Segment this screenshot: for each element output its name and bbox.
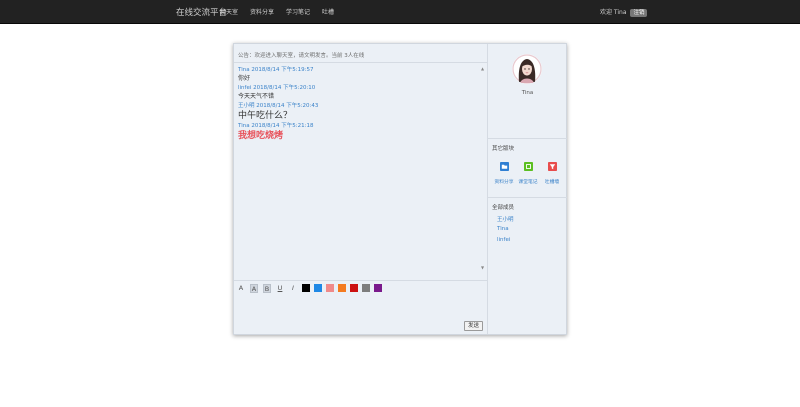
underline-button[interactable]: U <box>276 284 284 293</box>
nav-item-notes[interactable]: 学习笔记 <box>286 7 310 16</box>
logout-button[interactable]: 注销 <box>630 9 648 17</box>
bold-button[interactable]: B <box>263 283 271 293</box>
color-swatch-red[interactable] <box>350 284 358 292</box>
welcome-area: 欢迎 Tina 注销 <box>600 7 648 17</box>
format-toolbar: A A B U I <box>237 283 386 293</box>
scroll-up-arrow-icon[interactable]: ▲ <box>481 66 484 71</box>
message-item: linfei 2018/8/14 下午5:20:10 今天天气不错 <box>238 84 482 102</box>
scroll-down-arrow-icon[interactable]: ▼ <box>481 265 484 270</box>
module-share[interactable]: 资料分享 <box>491 156 517 185</box>
font-size-button[interactable]: A <box>237 284 245 293</box>
welcome-text: 欢迎 Tina <box>600 9 627 16</box>
filter-icon <box>547 162 557 171</box>
message-header: Tina 2018/8/14 下午5:19:57 <box>238 67 314 73</box>
avatar-image <box>512 54 542 84</box>
message-text: 你好 <box>238 75 251 82</box>
divider <box>234 62 487 63</box>
nav-item-rant[interactable]: 吐槽 <box>322 7 334 16</box>
divider <box>234 280 487 281</box>
chat-main-column: 公告：欢迎进入聊天室，请文明发言。当前 3人在线 Tina 2018/8/14 … <box>234 44 488 334</box>
chat-panel: 公告：欢迎进入聊天室，请文明发言。当前 3人在线 Tina 2018/8/14 … <box>233 43 567 335</box>
members-title: 全部成员 <box>492 205 515 211</box>
message-text: 我想吃烧烤 <box>238 131 284 141</box>
current-user-name: Tina <box>521 90 534 96</box>
message-text: 中午吃什么？ <box>238 111 293 121</box>
message-header: Tina 2018/8/14 下午5:21:18 <box>238 123 314 129</box>
note-icon <box>523 162 533 171</box>
nav-item-share[interactable]: 资料分享 <box>250 7 274 16</box>
message-item: Tina 2018/8/14 下午5:19:57 你好 <box>238 66 482 84</box>
color-swatch-orange[interactable] <box>338 284 346 292</box>
member-item[interactable]: 王小明 <box>497 215 514 223</box>
modules-title: 其它版块 <box>492 146 515 152</box>
divider <box>488 197 567 198</box>
avatar[interactable] <box>512 54 542 84</box>
message-text: 今天天气不错 <box>238 93 275 100</box>
chat-sidebar: Tina 其它版块 资料分享 课堂笔记 吐槽墙 全部成员 王小明 Tina li… <box>488 44 567 334</box>
member-item[interactable]: linfei <box>497 237 510 243</box>
top-navbar: 在线交流平台 聊天室 资料分享 学习笔记 吐槽 欢迎 Tina 注销 <box>0 0 800 24</box>
message-header: 王小明 2018/8/14 下午5:20:43 <box>238 103 319 109</box>
color-swatch-gray[interactable] <box>362 284 370 292</box>
module-rant[interactable]: 吐槽墙 <box>539 156 565 185</box>
font-style-button[interactable]: A <box>250 283 258 293</box>
message-item: 王小明 2018/8/14 下午5:20:43 中午吃什么？ <box>238 102 482 122</box>
folder-icon <box>499 162 509 171</box>
color-swatch-black[interactable] <box>302 284 310 292</box>
message-header: linfei 2018/8/14 下午5:20:10 <box>238 85 316 91</box>
divider <box>488 138 567 139</box>
send-button[interactable]: 发送 <box>464 321 483 331</box>
nav-item-chatroom[interactable]: 聊天室 <box>220 7 238 16</box>
module-label: 吐槽墙 <box>544 180 560 185</box>
module-label: 课堂笔记 <box>518 180 538 185</box>
module-notes[interactable]: 课堂笔记 <box>515 156 541 185</box>
italic-button[interactable]: I <box>289 284 297 293</box>
message-item: Tina 2018/8/14 下午5:21:18 我想吃烧烤 <box>238 122 482 142</box>
color-swatch-blue[interactable] <box>314 284 322 292</box>
member-item[interactable]: Tina <box>497 226 509 232</box>
message-input[interactable] <box>237 296 483 318</box>
message-list[interactable]: Tina 2018/8/14 下午5:19:57 你好 linfei 2018/… <box>238 66 482 278</box>
color-swatch-purple[interactable] <box>374 284 382 292</box>
announcement: 公告：欢迎进入聊天室，请文明发言。当前 3人在线 <box>238 53 365 59</box>
color-swatch-pink[interactable] <box>326 284 334 292</box>
module-label: 资料分享 <box>494 180 514 185</box>
